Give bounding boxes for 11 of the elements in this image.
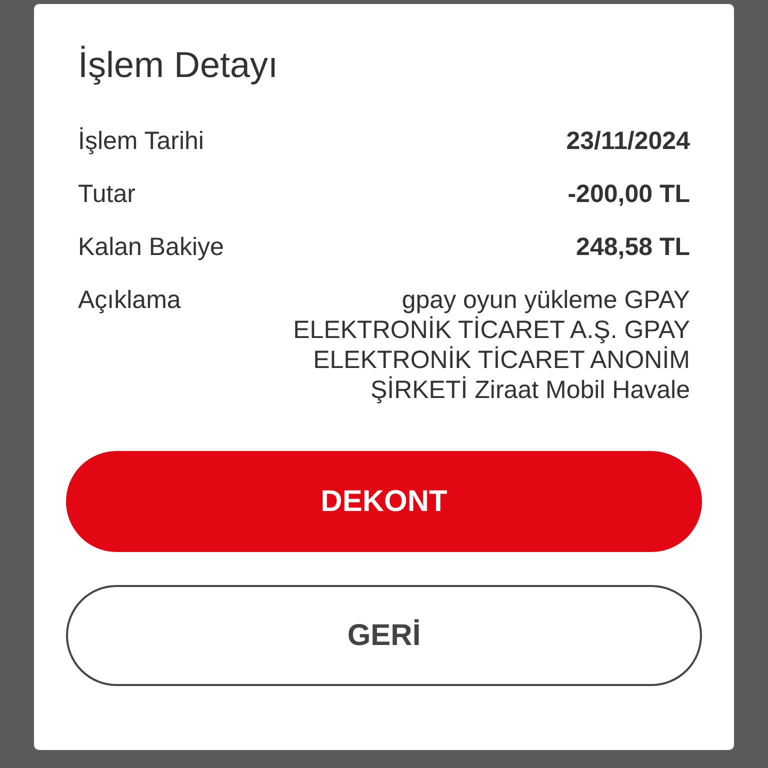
field-value: 248,58 TL	[576, 232, 690, 262]
field-label: İşlem Tarihi	[78, 126, 205, 156]
field-value: 23/11/2024	[566, 126, 690, 156]
field-value: -200,00 TL	[568, 179, 690, 209]
field-label: Kalan Bakiye	[78, 232, 225, 262]
field-label: Açıklama	[78, 285, 182, 315]
dialog-title: İşlem Detayı	[78, 44, 280, 86]
receipt-button[interactable]: DEKONT	[66, 451, 702, 552]
field-value: gpay oyun yükleme GPAY ELEKTRONİK TİCARET A.Ş. GPAY ELEKTRONİK TİCARET ANONİM ŞİRKETİ Ziraat Mobil Havale	[292, 285, 690, 405]
back-button[interactable]: GERİ	[66, 585, 702, 686]
field-label: Tutar	[78, 179, 136, 209]
